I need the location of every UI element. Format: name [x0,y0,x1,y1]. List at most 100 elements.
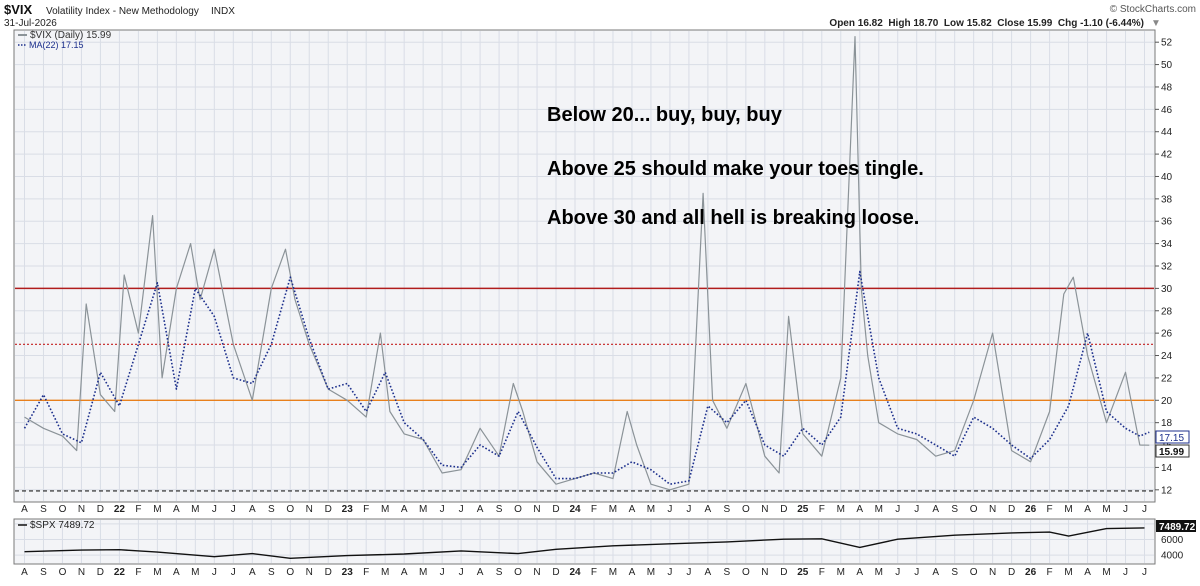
x-tick-label: J [686,504,691,515]
annotation-above-25: Above 25 should make your toes tingle. [547,158,924,180]
x-tick-label: D [552,567,559,578]
x-tick-label: A [173,567,180,578]
x-tick-label: A [932,504,939,515]
x-tick-label: J [212,567,217,578]
x-tick-label: A [401,567,408,578]
x-tick-label: 26 [1025,504,1037,515]
x-tick-label: S [268,504,275,515]
x-tick-label: S [40,567,47,578]
y-tick-label: 20 [1161,396,1173,407]
x-tick-label: N [306,567,313,578]
x-tick-label: S [496,567,503,578]
ohlc-readout: Open 16.82 High 18.70 Low 15.82 Close 15… [829,18,1144,29]
chart-stage: $VIX Volatility Index - New Methodology … [0,0,1200,581]
y-tick-label: 50 [1161,60,1173,71]
x-tick-label: J [459,504,464,515]
x-tick-label: S [951,504,958,515]
spx-panel [13,518,1156,565]
x-tick-label: J [895,567,900,578]
x-tick-label: A [856,567,863,578]
x-tick-label: M [1064,567,1072,578]
x-tick-label: D [325,504,332,515]
x-tick-label: D [780,567,787,578]
x-tick-label: 24 [569,504,581,515]
date-label: 31-Jul-2026 [4,18,57,29]
x-tick-label: O [970,504,978,515]
x-tick-label: M [153,567,161,578]
x-tick-label: M [191,567,199,578]
x-tick-label: A [477,504,484,515]
x-tick-label: S [268,567,275,578]
x-tick-label: D [325,567,332,578]
x-tick-label: N [761,504,768,515]
x-tick-label: 23 [342,567,354,578]
x-tick-label: M [1102,504,1110,515]
y-tick-label: 12 [1161,485,1173,496]
y-tick-label: 22 [1161,373,1173,384]
ma-price-tag-text: 17.15 [1159,433,1184,444]
y-tick-label: 26 [1161,329,1173,340]
x-tick-label: A [629,504,636,515]
spx-legend-label: $SPX 7489.72 [30,520,95,531]
x-tick-label: F [591,504,597,515]
x-tick-label: A [477,567,484,578]
x-tick-label: O [514,504,522,515]
x-tick-label: M [1102,567,1110,578]
x-tick-label: A [629,567,636,578]
exchange-label: INDX [211,6,235,17]
x-tick-label: O [59,504,67,515]
x-tick-label: A [173,504,180,515]
x-tick-label: F [135,504,141,515]
x-tick-label: O [742,504,750,515]
x-tick-label: J [231,567,236,578]
y-tick-label: 34 [1161,239,1173,250]
spx-x-axis: A S O N D 22 F M A M J J A S O N D 23 F M A M J J A S O N D 24 F M A M J J A… [21,567,1147,578]
x-tick-label: J [667,567,672,578]
x-tick-label: J [440,504,445,515]
x-tick-label: J [914,567,919,578]
x-tick-label: J [440,567,445,578]
y-tick-label: 28 [1161,306,1173,317]
y-tick-label: 32 [1161,262,1173,273]
y-tick-label: 42 [1161,150,1173,161]
x-tick-label: J [212,504,217,515]
x-tick-label: F [363,504,369,515]
symbol-title: $VIX [4,2,33,17]
x-tick-label: M [419,504,427,515]
y-tick-label: 38 [1161,194,1173,205]
x-tick-label: 22 [114,567,126,578]
y-tick-label: 46 [1161,105,1173,116]
x-tick-label: O [742,567,750,578]
x-tick-label: J [895,504,900,515]
x-tick-label: O [286,504,294,515]
x-tick-label: N [533,567,540,578]
x-tick-label: M [647,567,655,578]
vix-y-axis: 1214161820222426283032343638404244464850… [1155,38,1173,496]
x-tick-label: D [1008,504,1015,515]
vix-chart-svg: $VIX Volatility Index - New Methodology … [4,2,1196,578]
x-tick-label: J [1142,567,1147,578]
vix-x-axis: A S O N D 22 F M A M J J A S O N D 23 F M A M J J A S O N D 24 F M A M J J A… [21,504,1147,515]
x-tick-label: A [1084,567,1091,578]
x-tick-label: M [609,504,617,515]
x-tick-label: 23 [342,504,354,515]
x-tick-label: F [591,567,597,578]
x-tick-label: M [1064,504,1072,515]
x-tick-label: M [419,567,427,578]
y-tick-label: 24 [1161,351,1173,362]
y-tick-label: 36 [1161,217,1173,228]
x-tick-label: J [231,504,236,515]
x-tick-label: M [153,504,161,515]
annotation-below-20: Below 20... buy, buy, buy [547,104,783,126]
x-tick-label: F [819,504,825,515]
x-tick-label: N [306,504,313,515]
y-tick-label: 18 [1161,418,1173,429]
x-tick-label: A [705,504,712,515]
symbol-name: Volatility Index - New Methodology [46,6,199,17]
x-tick-label: A [21,567,28,578]
x-tick-label: F [363,567,369,578]
x-tick-label: J [667,504,672,515]
x-tick-label: S [724,567,731,578]
x-tick-label: A [249,504,256,515]
x-tick-label: S [496,504,503,515]
